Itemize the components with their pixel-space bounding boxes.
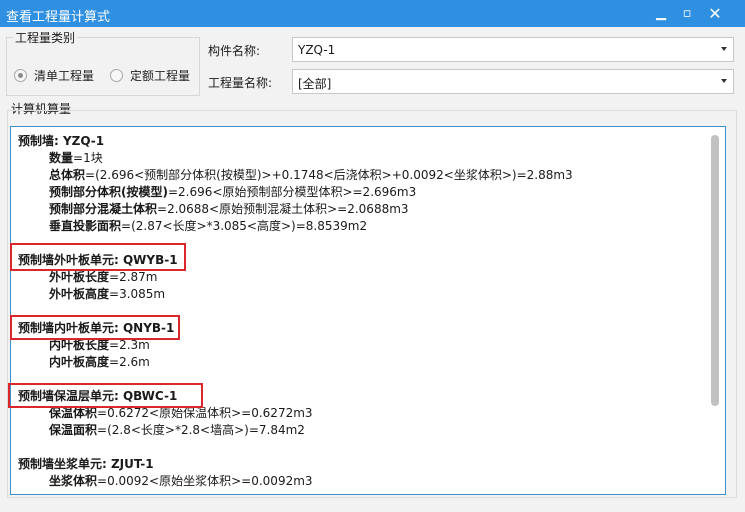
vertical-scrollbar-thumb[interactable] — [711, 135, 719, 406]
quantity-name-label: 工程量名称: — [208, 76, 273, 90]
component-name-value: YZQ-1 — [298, 43, 336, 57]
calc-line-insulation-area: 保温面积=(2.8<长度>*2.8<墙高>)=7.84m2 — [49, 423, 305, 437]
highlight-inner-leaf-box — [10, 315, 180, 340]
quantity-name-select[interactable]: [全部] — [292, 69, 734, 94]
chevron-down-icon — [721, 79, 727, 83]
radio-label: 定额工程量 — [130, 69, 191, 83]
radio-checked-icon — [14, 69, 27, 82]
radio-bill-quantity[interactable]: 清单工程量 — [14, 67, 94, 84]
radio-quota-quantity[interactable]: 定额工程量 — [110, 67, 190, 84]
radio-label: 清单工程量 — [34, 69, 95, 83]
component-name-select[interactable]: YZQ-1 — [292, 37, 734, 62]
calc-line-outer-height: 外叶板高度=3.085m — [49, 287, 166, 301]
component-name-label: 构件名称: — [208, 44, 261, 58]
window-title: 查看工程量计算式 — [6, 10, 111, 25]
calc-line-projection-area: 垂直投影面积=(2.87<长度>*3.085<高度>)=8.8539m2 — [49, 219, 368, 233]
calc-line-inner-height: 内叶板高度=2.6m — [49, 355, 150, 369]
calc-line-concrete-volume: 预制部分混凝土体积=2.0688<原始预制混凝土体积>=2.0688m3 — [49, 202, 409, 216]
group-title: 工程量类别 — [13, 29, 78, 46]
quantity-category-group: 工程量类别 清单工程量 定额工程量 — [6, 29, 200, 96]
radio-unchecked-icon — [110, 69, 123, 82]
title-bar: 查看工程量计算式 ▁ ▫ ✕ — [0, 0, 745, 27]
calc-line-mortar-volume: 坐浆体积=0.0092<原始坐浆体积>=0.0092m3 — [49, 474, 313, 488]
quantity-name-value: [全部] — [298, 77, 332, 91]
calc-result-textbox[interactable]: 预制墙: YZQ-1 数量=1块 总体积=(2.696<预制部分体积(按模型)>… — [10, 126, 726, 495]
chevron-down-icon — [721, 47, 727, 51]
maximize-button[interactable]: ▫ — [676, 3, 698, 24]
close-button[interactable]: ✕ — [704, 3, 726, 24]
calc-line-mortar: 预制墙坐浆单元: ZJUT-1 — [18, 457, 154, 471]
calc-line-count: 数量=1块 — [49, 151, 103, 165]
highlight-insulation-box — [8, 383, 203, 408]
calc-line-precast-volume: 预制部分体积(按模型)=2.696<原始预制部分模型体积>=2.696m3 — [49, 185, 417, 199]
calc-line-outer-length: 外叶板长度=2.87m — [49, 270, 158, 284]
minimize-button[interactable]: ▁ — [650, 3, 672, 24]
calc-line-wall: 预制墙: YZQ-1 — [18, 134, 105, 148]
calc-line-total-volume: 总体积=(2.696<预制部分体积(按模型)>+0.1748<后浇体积>+0.0… — [49, 168, 573, 182]
highlight-outer-leaf-box — [10, 243, 186, 271]
